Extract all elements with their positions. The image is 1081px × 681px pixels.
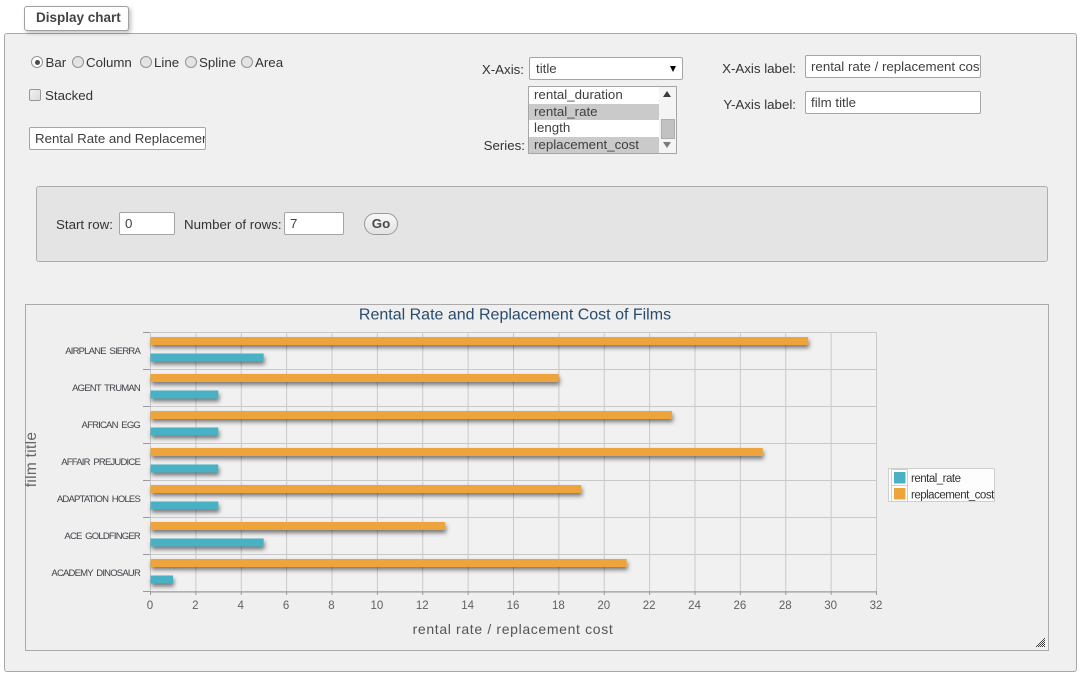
svg-text:12: 12: [416, 600, 429, 612]
svg-text:18: 18: [552, 600, 565, 612]
svg-text:AIRPLANE SIERRA: AIRPLANE SIERRA: [65, 346, 141, 357]
svg-text:30: 30: [824, 600, 837, 612]
svg-text:28: 28: [779, 600, 792, 612]
svg-text:Rental Rate and Replacement Co: Rental Rate and Replacement Cost of Film…: [359, 307, 671, 324]
svg-text:16: 16: [507, 600, 520, 612]
svg-text:32: 32: [870, 600, 883, 612]
svg-text:ACE GOLDFINGER: ACE GOLDFINGER: [64, 531, 141, 542]
svg-text:rental rate / replacement cost: rental rate / replacement cost: [413, 621, 614, 637]
svg-text:AFFAIR PREJUDICE: AFFAIR PREJUDICE: [61, 457, 140, 468]
svg-text:rental_rate: rental_rate: [911, 473, 961, 485]
svg-text:24: 24: [688, 600, 701, 612]
svg-text:film title: film title: [25, 432, 40, 488]
svg-text:20: 20: [597, 600, 610, 612]
svg-text:10: 10: [370, 600, 383, 612]
svg-text:8: 8: [328, 600, 334, 612]
svg-text:22: 22: [643, 600, 656, 612]
svg-text:14: 14: [461, 600, 474, 612]
svg-text:6: 6: [283, 600, 289, 612]
svg-text:AGENT TRUMAN: AGENT TRUMAN: [72, 383, 141, 394]
svg-text:26: 26: [733, 600, 746, 612]
svg-text:0: 0: [147, 600, 153, 612]
svg-text:replacement_cost: replacement_cost: [911, 489, 995, 501]
svg-text:2: 2: [192, 600, 198, 612]
svg-text:ACADEMY DINOSAUR: ACADEMY DINOSAUR: [51, 568, 141, 579]
svg-text:AFRICAN EGG: AFRICAN EGG: [82, 420, 141, 431]
svg-text:ADAPTATION HOLES: ADAPTATION HOLES: [57, 494, 141, 505]
svg-text:4: 4: [238, 600, 245, 612]
